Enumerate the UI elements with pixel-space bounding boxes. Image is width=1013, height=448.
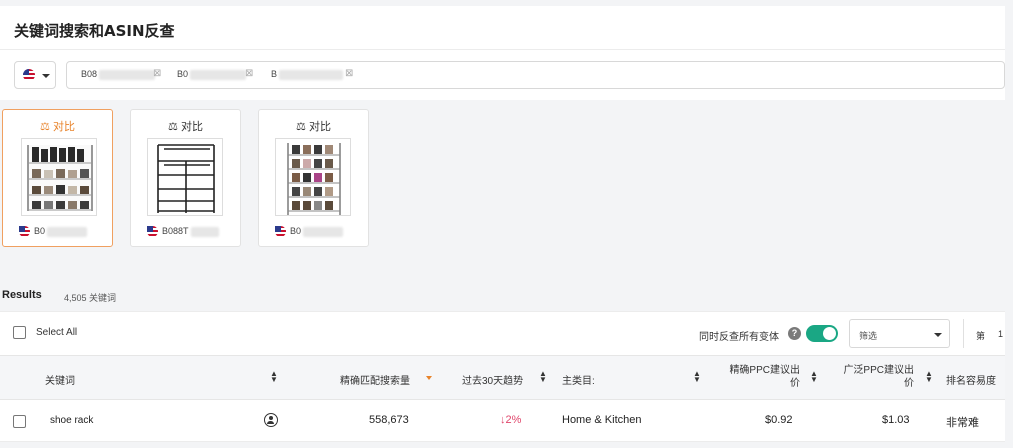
results-toolbar: Select All 同时反查所有变体 ? 筛选 第 1 <box>0 311 1005 355</box>
redacted-text <box>279 69 344 80</box>
tag-remove-icon[interactable]: ⊠ <box>245 68 253 79</box>
help-icon[interactable]: ? <box>788 327 801 340</box>
scale-icon: ⚖ <box>168 121 178 133</box>
sort-icon[interactable]: ▲ ▼ <box>270 370 278 384</box>
asin-search-row: B08 ⊠ B0 ⊠ B ⊠ <box>0 50 1005 100</box>
scale-icon: ⚖ <box>40 121 50 133</box>
compare-toggle[interactable]: ⚖ 对比 <box>131 118 240 134</box>
us-flag-icon <box>19 226 30 238</box>
product-image <box>147 138 223 216</box>
include-variants-label: 同时反查所有变体 <box>699 332 779 343</box>
chevron-down-icon <box>934 333 942 337</box>
chevron-down-icon <box>42 74 50 78</box>
us-flag-icon <box>147 226 158 238</box>
col-category[interactable]: 主类目: <box>562 372 595 387</box>
sort-icon[interactable]: ▲ ▼ <box>693 370 701 384</box>
exact-ppc-cell: $0.92 <box>765 414 793 426</box>
product-image <box>275 138 351 216</box>
trend-cell: ↓2% <box>500 414 522 426</box>
product-card[interactable]: ⚖ 对比 B0 <box>2 109 113 247</box>
include-variants-toggle[interactable] <box>806 325 838 342</box>
row-checkbox[interactable] <box>13 415 26 428</box>
asin-tag[interactable]: B0 <box>177 69 247 80</box>
redacted-text <box>47 226 88 237</box>
broad-ppc-cell: $1.03 <box>882 414 910 426</box>
sort-icon[interactable]: ▲ ▼ <box>810 370 818 384</box>
page-prefix: 第 <box>976 331 986 341</box>
user-view-icon[interactable] <box>264 413 278 427</box>
us-flag-icon <box>275 226 286 238</box>
page-number[interactable]: 1 <box>998 329 1003 339</box>
select-all-checkbox[interactable] <box>13 326 26 339</box>
search-volume-cell: 558,673 <box>369 414 409 426</box>
select-all-label[interactable]: Select All <box>36 327 77 338</box>
product-card[interactable]: ⚖ 对比 B0 <box>258 109 369 247</box>
col-search-volume[interactable]: 精确匹配搜索量 <box>340 372 410 387</box>
col-difficulty[interactable]: 排名容易度 <box>946 372 996 387</box>
redacted-text <box>303 226 344 237</box>
scale-icon: ⚖ <box>296 121 306 133</box>
redacted-text <box>190 69 247 80</box>
product-asin: B0 <box>275 226 344 238</box>
product-asin: B0 <box>19 226 88 238</box>
col-broad-ppc[interactable]: 广泛PPC建议出价 <box>830 364 914 390</box>
keyword-cell[interactable]: shoe rack <box>50 415 93 426</box>
tag-remove-icon[interactable]: ⊠ <box>153 68 161 79</box>
difficulty-cell: 非常难 <box>946 417 979 429</box>
us-flag-icon <box>23 69 35 81</box>
product-asin: B088T <box>147 226 219 238</box>
page-title: 关键词搜索和ASIN反查 <box>14 22 175 40</box>
page-header: 关键词搜索和ASIN反查 <box>0 6 1005 50</box>
redacted-text <box>99 69 156 80</box>
asin-input[interactable]: B08 ⊠ B0 ⊠ B ⊠ <box>66 61 1005 89</box>
asin-tag[interactable]: B <box>271 69 344 80</box>
compare-toggle[interactable]: ⚖ 对比 <box>3 118 112 134</box>
sort-icon[interactable]: ▲ ▼ <box>925 370 933 384</box>
asin-tag[interactable]: B08 <box>81 69 156 80</box>
keyword-search-page: 关键词搜索和ASIN反查 B08 ⊠ B0 ⊠ B ⊠ ⚖ 对比 B0 ⚖ 对比… <box>0 0 1013 448</box>
country-select[interactable] <box>14 61 56 89</box>
results-label: Results <box>2 289 42 301</box>
results-count: 4,505 关键词 <box>64 293 117 303</box>
filter-placeholder: 筛选 <box>859 331 878 341</box>
sort-desc-icon[interactable] <box>426 376 432 380</box>
table-header: 关键词 ▲ ▼ 精确匹配搜索量 过去30天趋势 ▲ ▼ 主类目: ▲ ▼ 精确PPC建… <box>0 355 1005 400</box>
col-exact-ppc[interactable]: 精确PPC建议出价 <box>718 364 800 390</box>
compare-toggle[interactable]: ⚖ 对比 <box>259 118 368 134</box>
page-jump[interactable]: 第 1 <box>963 319 1005 348</box>
filter-select[interactable]: 筛选 <box>849 319 950 348</box>
product-card[interactable]: ⚖ 对比 B088T <box>130 109 241 247</box>
table-row[interactable]: shoe rack 558,673 ↓2% Home & Kitchen $0.… <box>0 400 1005 442</box>
category-cell: Home & Kitchen <box>562 414 642 426</box>
tag-remove-icon[interactable]: ⊠ <box>345 68 353 79</box>
col-keyword[interactable]: 关键词 <box>45 372 75 387</box>
product-image <box>21 138 97 216</box>
sort-icon[interactable]: ▲ ▼ <box>539 370 547 384</box>
redacted-text <box>190 226 219 237</box>
col-trend[interactable]: 过去30天趋势 <box>462 372 523 387</box>
